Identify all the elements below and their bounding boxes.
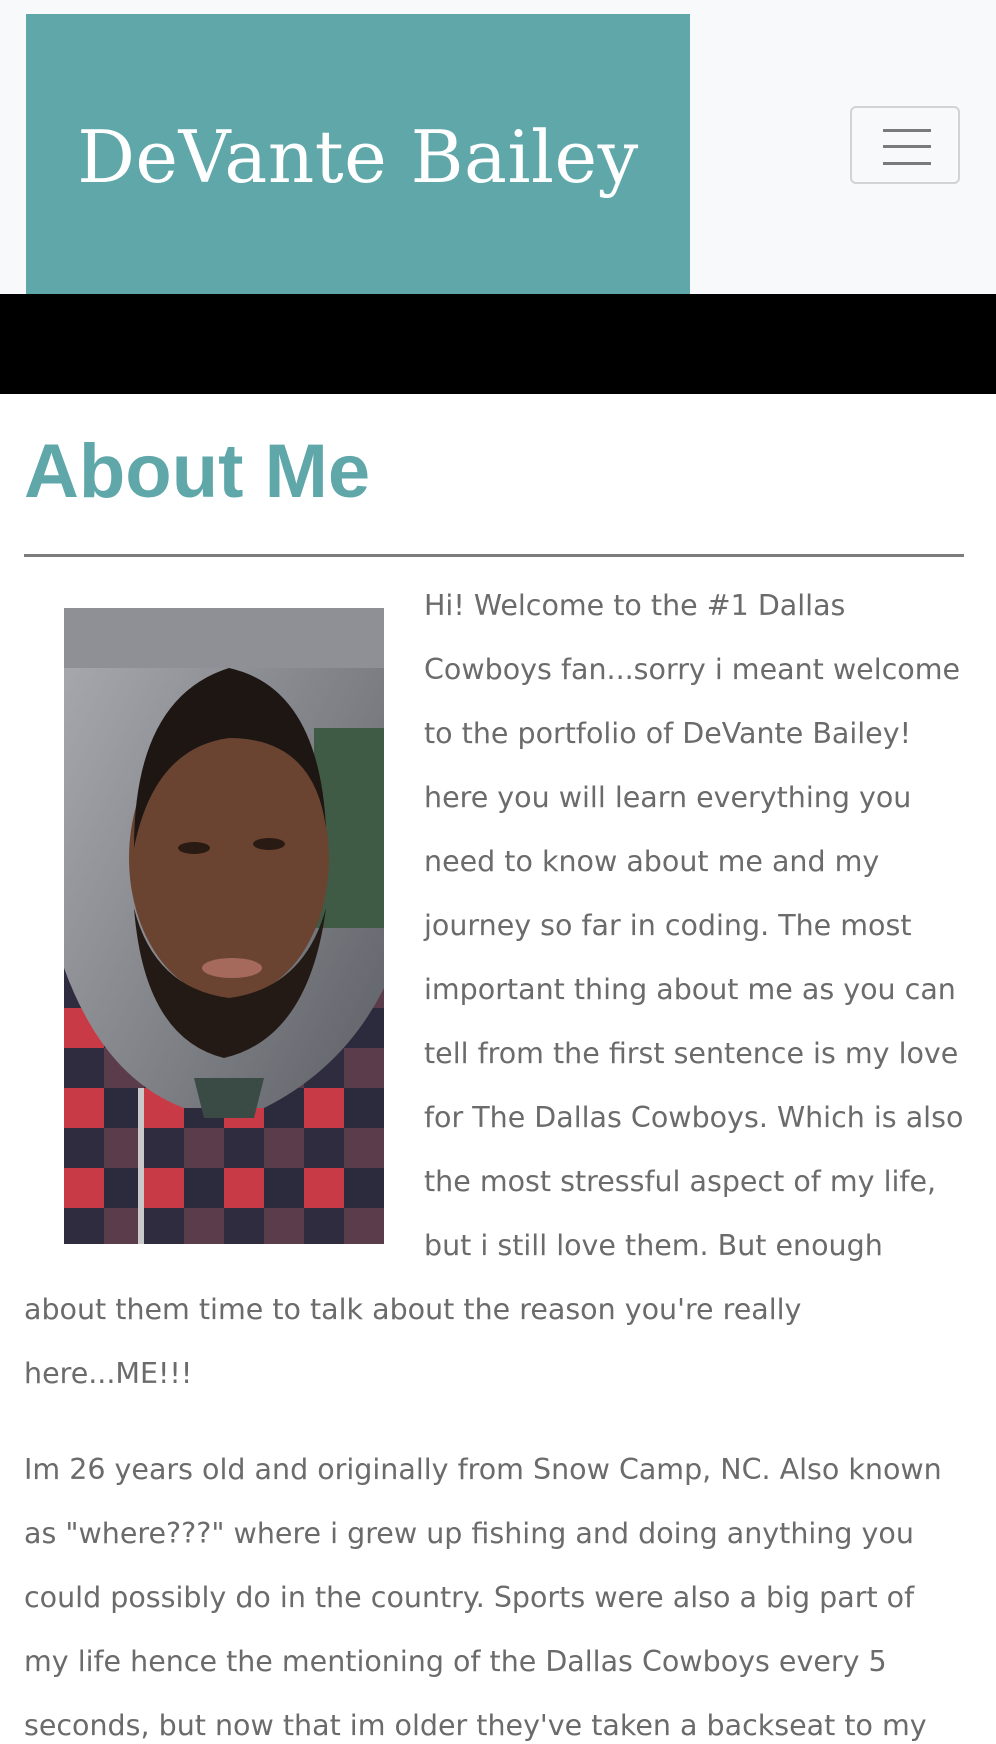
navbar: DeVante Bailey [0,0,996,294]
navbar-brand[interactable]: DeVante Bailey [26,14,690,294]
profile-photo [64,608,384,1244]
page-title: About Me [24,429,371,514]
about-section: About Me Hi! Welcome to the #1 Dallas Co… [0,394,996,1744]
navbar-toggle-button[interactable] [850,106,960,184]
about-paragraph: Im 26 years old and originally from Snow… [24,1453,942,1742]
brand-title: DeVante Bailey [77,115,639,199]
decorative-banner-pattern [0,294,996,394]
hamburger-menu-icon [883,129,931,165]
divider [24,554,964,557]
about-text: Hi! Welcome to the #1 Dallas Cowboys fan… [24,574,964,1744]
